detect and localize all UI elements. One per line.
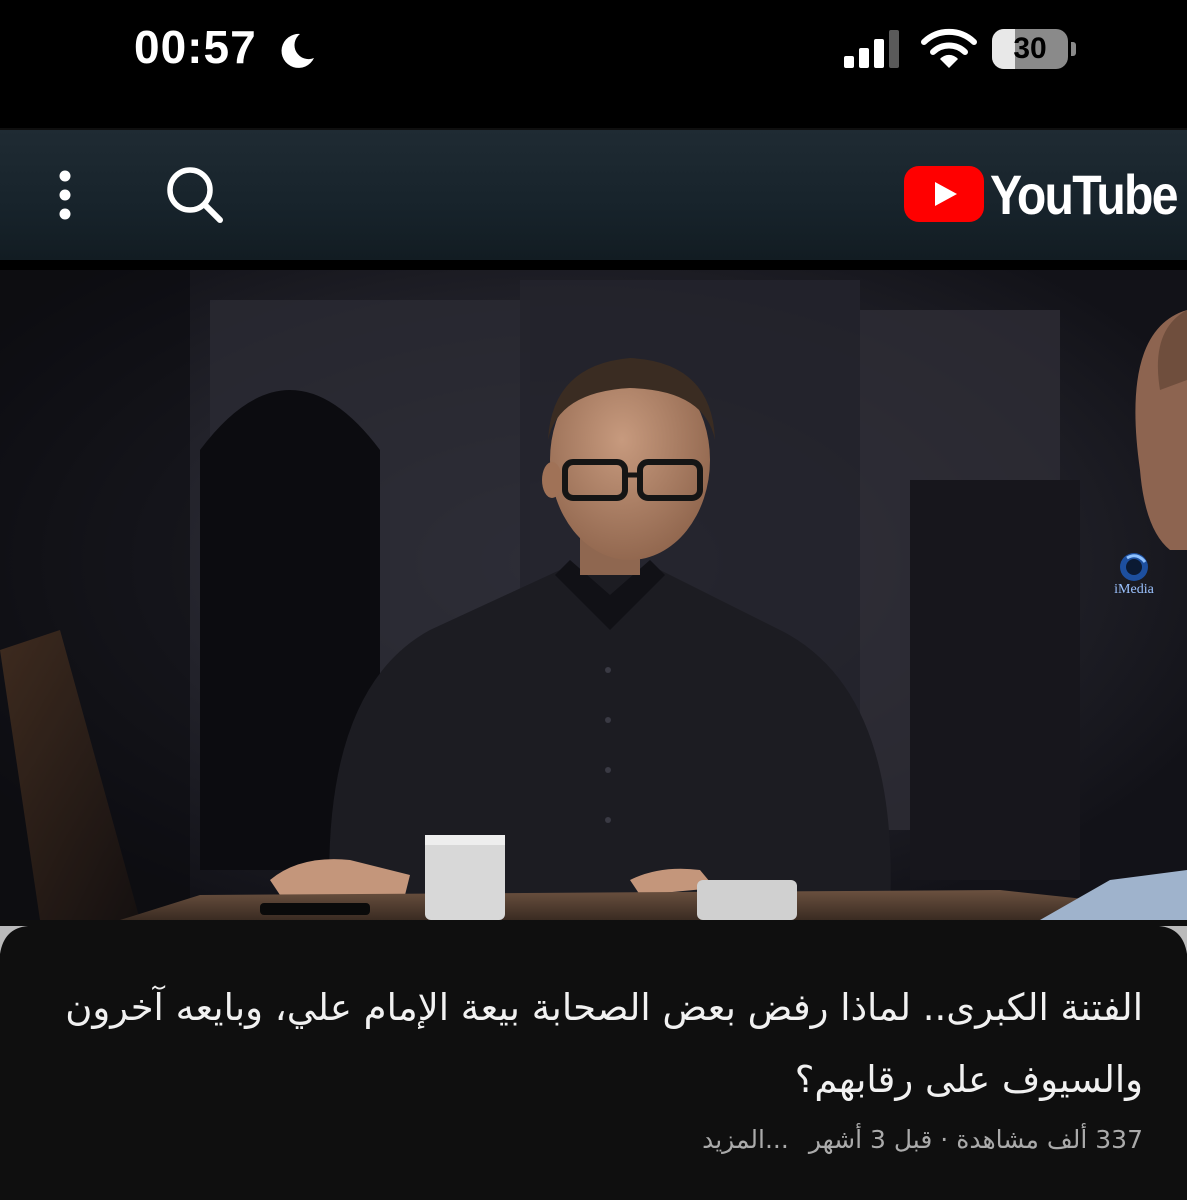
search-icon[interactable] [160,160,230,230]
app-header: YouTube [0,130,1187,260]
video-title[interactable]: الفتنة الكبرى.. لماذا رفض بعض الصحابة بي… [63,972,1143,1116]
youtube-wordmark: YouTube [990,163,1179,226]
meta-separator: · [940,1125,949,1154]
view-count: 337 ألف مشاهدة [956,1125,1143,1154]
video-info: الفتنة الكبرى.. لماذا رفض بعض الصحابة بي… [0,920,1187,1200]
youtube-logo[interactable]: YouTube [902,164,1179,226]
channel-watermark: iMedia [1104,550,1164,610]
watermark-text: iMedia [1114,582,1154,597]
video-player[interactable]: iMedia [0,260,1187,920]
battery-level: 30 [1013,32,1047,65]
battery-icon: 30 [992,29,1076,69]
youtube-play-icon [904,166,984,222]
more-vertical-icon[interactable] [42,166,88,224]
status-bar: 00:57 30 [0,0,1187,128]
battery-body: 30 [992,29,1068,69]
wifi-icon [921,28,977,68]
status-time: 00:57 [134,21,257,73]
upload-age: قبل 3 أشهر [808,1125,933,1154]
corner-decoration [1159,926,1187,954]
corner-decoration [0,926,28,954]
imedia-logo-icon [1120,553,1148,581]
moon-icon [281,33,314,68]
cellular-signal-icon [844,30,899,68]
more-link[interactable]: ...المزيد [702,1125,789,1154]
video-thumbnail [0,270,1187,920]
video-metadata: 337 ألف مشاهدة·قبل 3 أشهر ...المزيد [702,1120,1143,1160]
battery-nub [1071,42,1076,56]
